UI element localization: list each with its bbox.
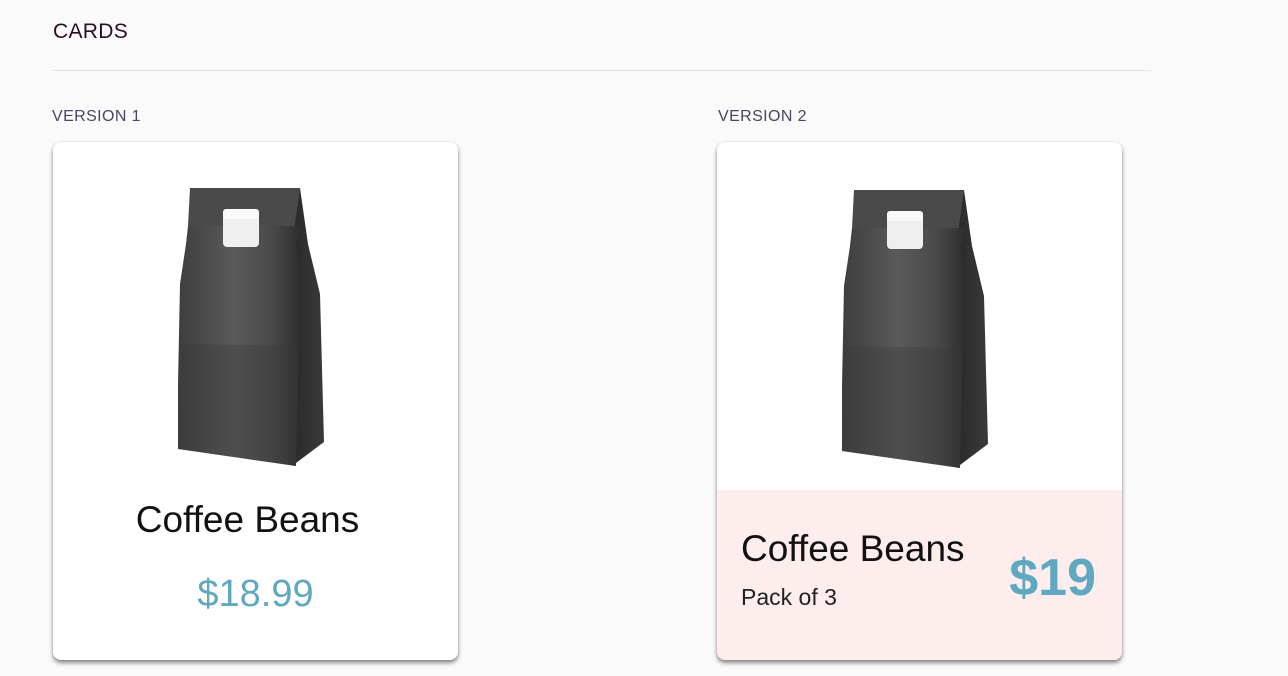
coffee-bag-icon	[842, 190, 988, 468]
coffee-bag-icon	[178, 188, 324, 466]
product-subtitle: Pack of 3	[741, 584, 837, 610]
page-title: CARDS	[53, 20, 129, 43]
product-title: Coffee Beans	[135, 499, 360, 540]
version-2-label: VERSION 2	[718, 108, 807, 125]
header-divider	[53, 70, 1151, 71]
product-card-v1[interactable]: Coffee Beans $18.99	[53, 142, 458, 660]
card-footer: Coffee Beans Pack of 3 $19	[717, 490, 1122, 660]
product-card-v2[interactable]: Coffee Beans Pack of 3 $19	[717, 142, 1122, 660]
product-title: Coffee Beans	[741, 528, 965, 569]
product-price: $18.99	[197, 573, 314, 615]
product-price: $19	[1009, 549, 1096, 607]
version-1-label: VERSION 1	[52, 108, 141, 125]
